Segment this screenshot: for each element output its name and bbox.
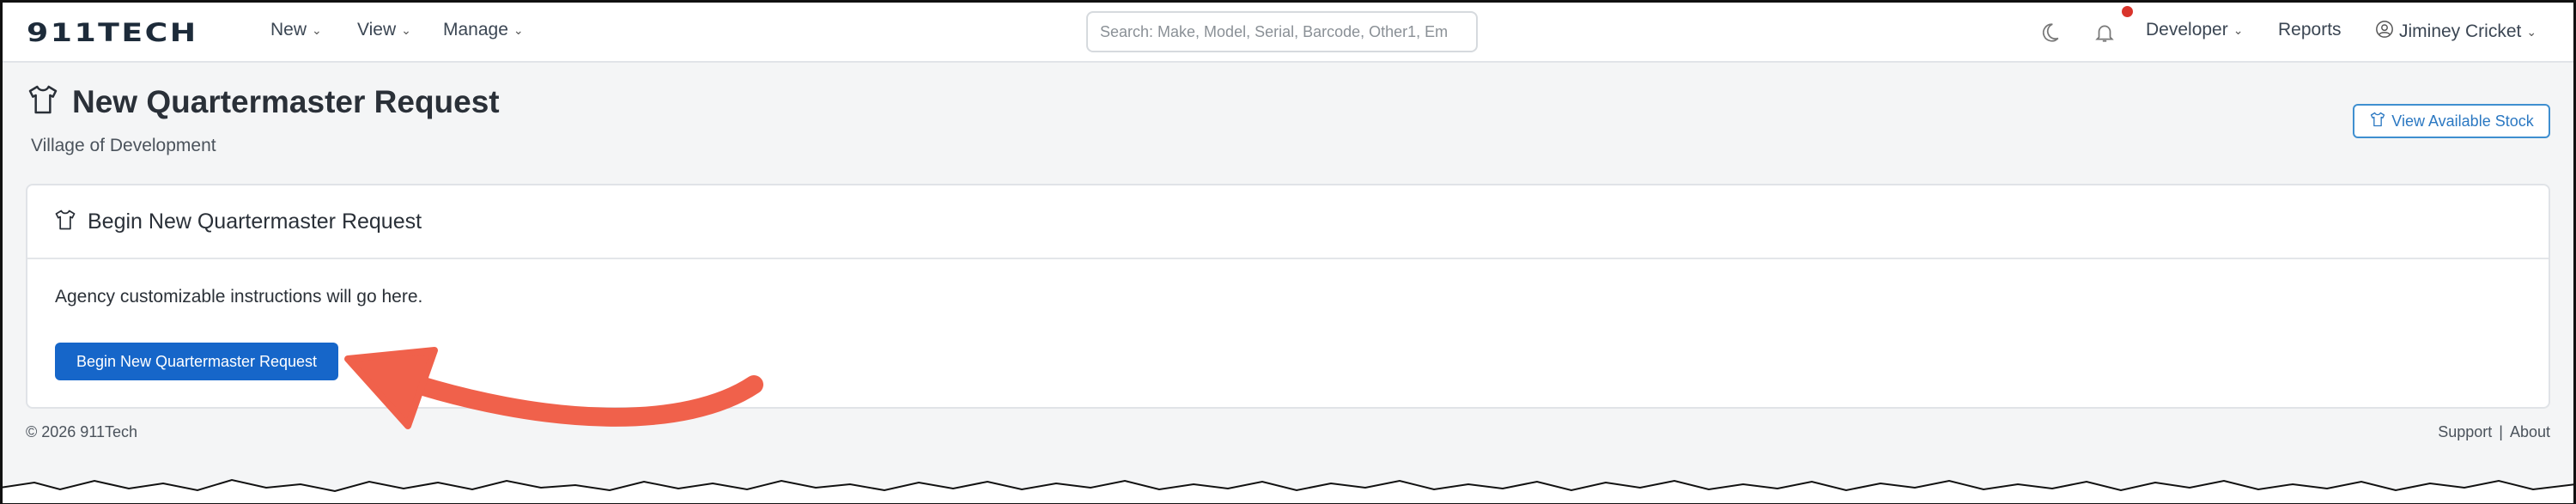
torn-edge — [0, 478, 2576, 504]
annotation-arrow — [344, 347, 763, 429]
